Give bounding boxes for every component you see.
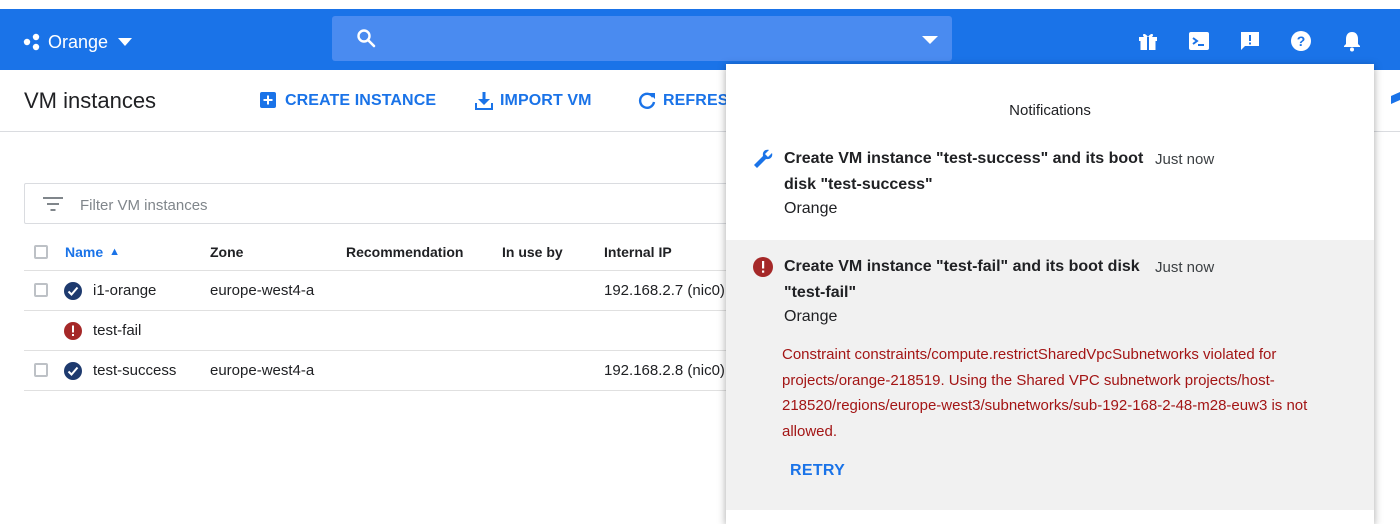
notifications-panel: Notifications Create VM instance "test-s… <box>726 64 1374 524</box>
recommendation-column-header[interactable]: Recommendation <box>346 233 463 270</box>
page-title: VM instances <box>24 88 157 113</box>
notification-item-error[interactable]: Create VM instance "test-fail" and its b… <box>726 240 1374 510</box>
status-error-icon <box>64 322 82 340</box>
filter-icon <box>43 197 63 211</box>
notification-text: Create VM instance "test-success" and it… <box>784 150 1144 193</box>
filter-input[interactable] <box>78 193 682 217</box>
instance-zone: europe-west4-a <box>210 282 315 299</box>
name-header-label: Name <box>65 243 104 260</box>
retry-button[interactable]: RETRY <box>790 462 845 480</box>
row-checkbox[interactable] <box>34 363 48 377</box>
search-bar[interactable] <box>332 16 952 61</box>
import-vm-label: IMPORT VM <box>500 92 592 109</box>
notification-time: Just now <box>1155 151 1215 168</box>
zone-column-header[interactable]: Zone <box>210 233 243 270</box>
instance-name[interactable]: test-fail <box>93 311 141 350</box>
row-checkbox[interactable] <box>34 283 48 297</box>
notification-item[interactable]: Create VM instance "test-success" and it… <box>726 142 1374 240</box>
sort-ascending-icon: ▲ <box>109 245 121 258</box>
notification-project: Orange <box>784 200 838 217</box>
download-icon <box>475 92 493 110</box>
gift-icon[interactable] <box>1136 29 1160 53</box>
project-dots-icon <box>23 33 40 51</box>
project-selector[interactable]: Orange <box>22 29 133 55</box>
filter-bar[interactable] <box>24 183 744 224</box>
learn-icon[interactable] <box>1386 90 1400 112</box>
vm-instances-table: Name ▲ Zone Recommendation In use by Int… <box>24 233 744 391</box>
instance-internal-ip: 192.168.2.7 (nic0) <box>604 282 725 299</box>
status-running-icon <box>64 362 82 380</box>
top-app-bar: Orange ? <box>0 0 1400 70</box>
notification-project: Orange <box>784 308 838 325</box>
search-dropdown-icon[interactable] <box>922 36 938 44</box>
instance-internal-ip: 192.168.2.8 (nic0) <box>604 362 725 379</box>
notifications-title: Notifications <box>1009 102 1091 119</box>
table-header-row: Name ▲ Zone Recommendation In use by Int… <box>24 233 744 271</box>
search-input[interactable] <box>392 24 916 54</box>
instance-name[interactable]: test-success <box>93 351 176 390</box>
error-icon <box>753 257 773 277</box>
status-running-icon <box>64 282 82 300</box>
notification-error-message: Constraint constraints/compute.restrictS… <box>782 346 1308 440</box>
chevron-down-icon <box>118 38 133 46</box>
refresh-button[interactable]: REFRESH <box>637 90 740 112</box>
table-row[interactable]: i1-orange europe-west4-a 192.168.2.7 (ni… <box>24 271 744 311</box>
internal-ip-column-header[interactable]: Internal IP <box>604 233 672 270</box>
table-row[interactable]: test-fail <box>24 311 744 351</box>
help-icon[interactable]: ? <box>1289 29 1313 53</box>
create-instance-button[interactable]: CREATE INSTANCE <box>259 90 436 112</box>
cloud-shell-icon[interactable] <box>1187 29 1211 53</box>
svg-text:?: ? <box>1297 33 1306 49</box>
select-all-checkbox[interactable] <box>34 245 48 259</box>
search-icon <box>357 29 376 48</box>
notification-time: Just now <box>1155 259 1215 276</box>
project-name: Orange <box>48 31 109 52</box>
name-column-header[interactable]: Name ▲ <box>65 233 120 270</box>
in-use-by-column-header[interactable]: In use by <box>502 233 563 270</box>
refresh-icon <box>638 92 656 109</box>
notification-text: Create VM instance "test-fail" and its b… <box>784 258 1140 301</box>
table-row[interactable]: test-success europe-west4-a 192.168.2.8 … <box>24 351 744 391</box>
add-box-icon <box>260 92 276 108</box>
create-instance-label: CREATE INSTANCE <box>285 92 437 109</box>
instance-name[interactable]: i1-orange <box>93 271 156 310</box>
feedback-icon[interactable] <box>1238 29 1262 53</box>
instance-zone: europe-west4-a <box>210 362 315 379</box>
notifications-bell-icon[interactable] <box>1340 29 1364 53</box>
wrench-icon <box>754 149 773 168</box>
import-vm-button[interactable]: IMPORT VM <box>474 90 592 112</box>
